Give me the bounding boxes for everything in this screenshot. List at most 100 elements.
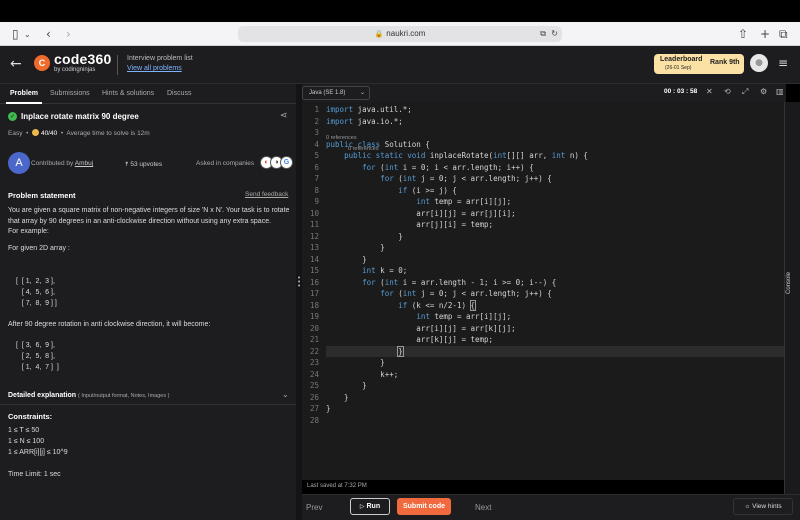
tabs-overview-icon[interactable]: ⧉ xyxy=(779,26,788,42)
reset-code-icon[interactable]: ⟲ xyxy=(724,87,731,96)
tab-discuss[interactable]: Discuss xyxy=(167,90,192,97)
upvotes[interactable]: 🠅 53 upvotes xyxy=(125,160,162,171)
lock-icon: 🔒 xyxy=(374,31,384,38)
console-panel-toggle[interactable] xyxy=(784,102,800,494)
coin-icon xyxy=(31,129,39,136)
constraints-heading: Constraints: xyxy=(8,412,53,421)
chevron-down-icon[interactable]: ⌄ xyxy=(24,27,31,43)
line-number: 28 xyxy=(309,415,319,425)
menu-icon[interactable]: ≡ xyxy=(778,56,788,70)
sidebar-toggle-icon[interactable]: ▯ xyxy=(12,26,19,42)
asked-in-companies: Asked in companies xyxy=(196,160,255,167)
run-button[interactable]: ▷ Run xyxy=(350,498,390,515)
references-lens[interactable]: 0 references xyxy=(348,144,379,156)
line-number: 17 xyxy=(309,289,319,298)
line-number: 14 xyxy=(309,254,319,264)
tab-hints-solutions[interactable]: Hints & solutions xyxy=(102,90,154,97)
input-row: [ [ 1, 2, 3 ], xyxy=(16,278,55,285)
line-number: 2 xyxy=(314,116,319,126)
line-number: 23 xyxy=(309,358,319,367)
contributor-avatar: A xyxy=(8,152,30,174)
language-value: Java (SE 1.8) xyxy=(309,90,346,96)
line-number: 1 xyxy=(314,105,319,114)
code-area[interactable]: import java.util.*; import java.io.*; 0 … xyxy=(326,104,784,426)
close-timer-icon[interactable]: ✕ xyxy=(706,87,713,96)
back-arrow-icon[interactable]: ← xyxy=(10,56,22,72)
problem-meta: Easy • 40/40 • Average time to solve is … xyxy=(8,129,150,137)
code-line-active: } xyxy=(326,345,784,357)
line-number: 20 xyxy=(309,323,319,333)
code-editor[interactable]: 1 2 3 4 5 6 7 8 9 10 11 12 13 14 15 16 17 18 19 20 21 22 23 24 2… xyxy=(302,102,784,480)
statement-text: You are given a square matrix of non-neg… xyxy=(8,207,290,225)
last-saved: Last saved at 7:32 PM xyxy=(307,483,367,489)
line-number: 5 xyxy=(314,151,319,160)
active-tab-indicator xyxy=(6,102,42,104)
tab-problem[interactable]: Problem xyxy=(10,90,38,97)
settings-gear-icon[interactable]: ⚙ xyxy=(760,87,767,96)
constraint-item: 1 ≤ T ≤ 50 xyxy=(8,427,40,434)
after-rotation-label: After 90 degree rotation in anti clockwi… xyxy=(8,321,211,328)
tab-submissions[interactable]: Submissions xyxy=(50,90,90,97)
browser-toolbar: ▯ ⌄ ‹ › 🔒 naukri.com ⧉ ↻ ⇧ + ⧉ xyxy=(0,22,800,46)
line-number: 8 xyxy=(314,185,319,195)
layout-icon[interactable]: ▥ xyxy=(776,87,784,96)
problem-statement-heading: Problem statement xyxy=(8,191,76,200)
share-icon[interactable]: ⋖ xyxy=(280,111,288,121)
back-arrow-icon[interactable]: ‹ xyxy=(46,26,51,42)
code-line: public class Solution { xyxy=(326,139,430,149)
problem-title: Inplace rotate matrix 90 degree xyxy=(21,112,139,121)
next-button[interactable]: Next xyxy=(475,503,491,512)
forward-arrow-icon[interactable]: › xyxy=(66,26,71,42)
line-number: 6 xyxy=(314,162,319,172)
drag-handle-icon[interactable]: • • • xyxy=(297,275,301,290)
fullscreen-icon[interactable]: ⤢ xyxy=(742,87,748,97)
output-row: [ 2, 5, 8 ], xyxy=(16,353,55,360)
view-all-problems-link[interactable]: View all problems xyxy=(127,65,182,72)
send-feedback-link[interactable]: Send feedback xyxy=(245,191,288,198)
output-row: [ 1, 4, 7 ] ] xyxy=(16,364,59,371)
prev-button[interactable]: Prev xyxy=(306,503,322,512)
code-line: if (i >= j) { xyxy=(398,185,457,195)
average-time: Average time to solve is 12m xyxy=(66,130,150,137)
input-row: [ 4, 5, 6 ], xyxy=(16,289,55,296)
reload-icon[interactable]: ↻ xyxy=(551,26,558,42)
run-label: Run xyxy=(366,503,381,510)
constraint-item: 1 ≤ N ≤ 100 xyxy=(8,438,45,445)
code-line: arr[i][j] = arr[k][j]; xyxy=(326,323,516,333)
upvote-icon: 🠅 xyxy=(125,161,129,168)
language-select[interactable]: Java (SE 1.8) ⌄ xyxy=(302,86,370,100)
line-number: 24 xyxy=(309,369,319,379)
view-hints-button[interactable]: ☼ View hints xyxy=(733,498,793,515)
console-label[interactable]: Console xyxy=(786,272,792,294)
app-header: ← C code360 by codingninjas Interview pr… xyxy=(0,46,800,84)
header-divider xyxy=(117,55,118,75)
contributor-row: A Contributed by Ambuj 🠅 53 upvotes Aske… xyxy=(8,152,294,176)
input-row: [ 7, 8, 9 ] ] xyxy=(16,300,57,307)
bulb-icon: ☼ xyxy=(744,503,751,510)
code-line: } xyxy=(326,392,349,402)
url-bar[interactable]: 🔒 naukri.com ⧉ ↻ xyxy=(238,26,562,42)
line-number: 13 xyxy=(309,243,319,252)
line-number: 3 xyxy=(314,128,319,137)
detailed-explanation-toggle[interactable]: Detailed explanation ( Input/output form… xyxy=(8,392,169,399)
google-logo-icon[interactable]: G xyxy=(280,156,293,169)
user-avatar[interactable]: ● xyxy=(750,54,768,72)
status-bar xyxy=(0,0,800,22)
share-icon[interactable]: ⇧ xyxy=(738,26,748,42)
for-example-label: For example: xyxy=(8,228,49,235)
line-number: 18 xyxy=(309,300,319,310)
chevron-down-icon[interactable]: ⌄ xyxy=(282,390,289,399)
author-link[interactable]: Ambuj xyxy=(75,160,93,167)
new-tab-icon[interactable]: + xyxy=(760,26,770,42)
code-line: } xyxy=(326,381,367,390)
divider xyxy=(0,404,296,405)
code-line: } xyxy=(326,358,385,367)
submit-code-button[interactable]: Submit code xyxy=(397,498,451,515)
chevron-down-icon: ⌄ xyxy=(359,89,365,96)
leaderboard-badge[interactable]: Leaderboard (26-01 Sep) Rank 9th xyxy=(654,54,744,74)
code-line: } xyxy=(326,231,403,241)
problem-tabs: Problem Submissions Hints & solutions Di… xyxy=(0,84,296,104)
translate-icon[interactable]: ⧉ xyxy=(540,26,546,42)
input-array: [ [ 1, 2, 3 ], [ 4, 5, 6 ], [ 7, 8, 9 ] … xyxy=(16,276,57,309)
